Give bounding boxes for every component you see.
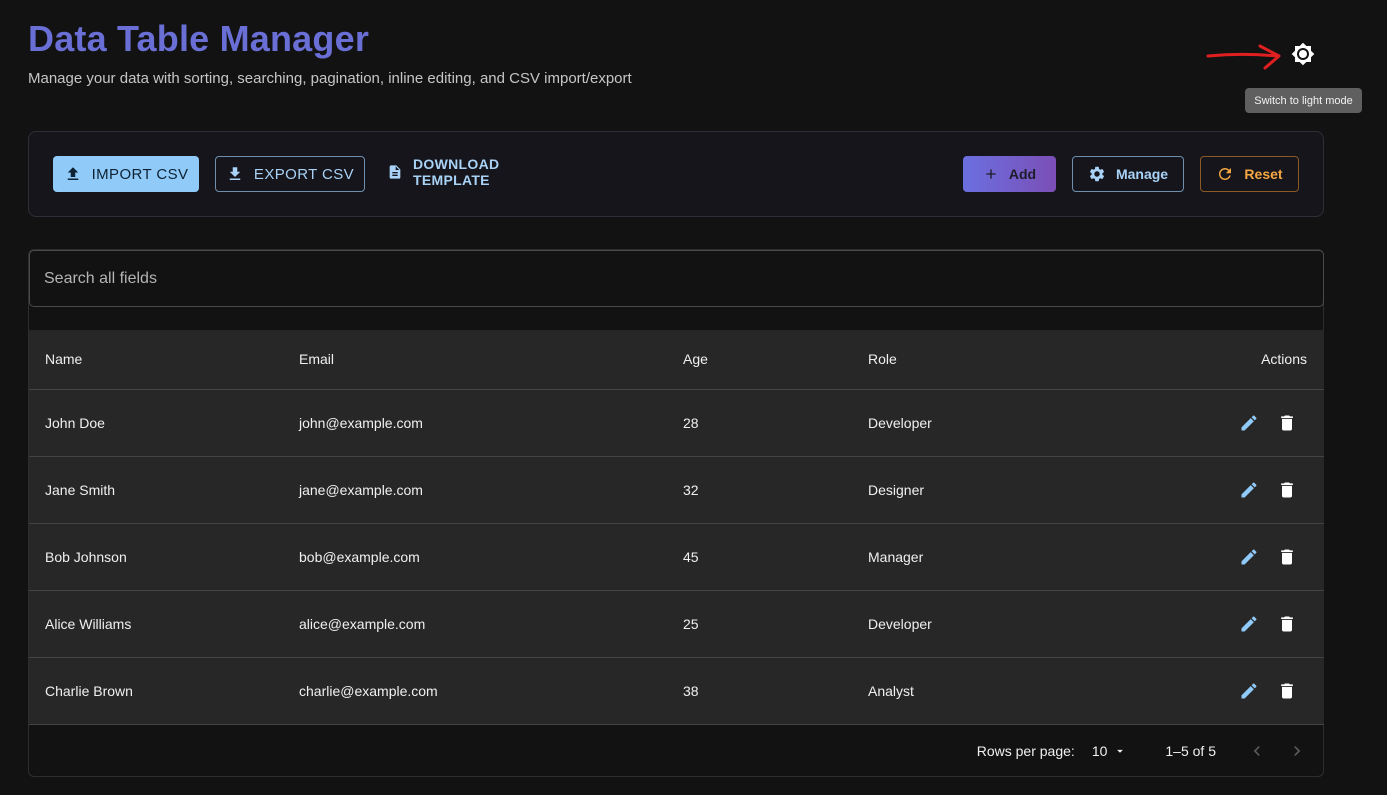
cell-role[interactable]: Manager (868, 523, 1168, 591)
table-row: Bob Johnson bob@example.com 45 Manager (29, 523, 1324, 591)
export-csv-button[interactable]: EXPORT CSV (215, 156, 365, 192)
trash-icon (1281, 482, 1293, 497)
reset-button[interactable]: Reset (1200, 156, 1299, 192)
table-row: Jane Smith jane@example.com 32 Designer (29, 456, 1324, 524)
cell-email[interactable]: alice@example.com (299, 590, 683, 658)
pagination-range: 1–5 of 5 (1165, 742, 1216, 759)
cell-name[interactable]: Jane Smith (29, 456, 299, 524)
column-header-age[interactable]: Age (683, 330, 868, 390)
column-header-name[interactable]: Name (29, 330, 299, 390)
cell-role[interactable]: Designer (868, 456, 1168, 524)
rows-per-page-label: Rows per page: (976, 742, 1075, 759)
cell-age[interactable]: 45 (683, 523, 868, 591)
chevron-left-icon (1253, 745, 1260, 756)
cell-name[interactable]: Bob Johnson (29, 523, 299, 591)
refresh-icon (1219, 168, 1232, 180)
data-table: Name Email Age Role Actions John Doe john… (29, 330, 1324, 725)
edit-button[interactable] (1234, 542, 1264, 572)
delete-button[interactable] (1272, 609, 1302, 639)
cell-age[interactable]: 28 (683, 389, 868, 457)
sun-icon (1291, 42, 1315, 66)
pagination-bar: Rows per page: 10 1–5 of 5 (29, 724, 1324, 777)
add-label: Add (1008, 166, 1037, 182)
page-subtitle: Manage your data with sorting, searching… (28, 70, 632, 87)
pencil-icon (1241, 414, 1257, 430)
cell-email[interactable]: jane@example.com (299, 456, 683, 524)
edit-button[interactable] (1234, 676, 1264, 706)
delete-button[interactable] (1272, 408, 1302, 438)
manage-button[interactable]: Manage (1072, 156, 1184, 192)
cell-actions (1168, 523, 1324, 591)
trash-icon (1281, 683, 1293, 698)
export-csv-label: EXPORT CSV (253, 165, 355, 183)
pencil-icon (1241, 481, 1257, 497)
edit-button[interactable] (1234, 408, 1264, 438)
edit-button[interactable] (1234, 475, 1264, 505)
cell-name[interactable]: Charlie Brown (29, 657, 299, 725)
column-header-email[interactable]: Email (299, 330, 683, 390)
delete-button[interactable] (1272, 542, 1302, 572)
cell-role[interactable]: Analyst (868, 657, 1168, 725)
trash-icon (1281, 415, 1293, 430)
dropdown-arrow-icon (1117, 749, 1124, 753)
import-csv-label: IMPORT CSV (91, 165, 189, 183)
download-icon (229, 167, 241, 180)
table-row: John Doe john@example.com 28 Developer (29, 389, 1324, 457)
table-row: Charlie Brown charlie@example.com 38 Analys… (29, 657, 1324, 725)
search-field[interactable] (29, 250, 1324, 307)
cell-name[interactable]: Alice Williams (29, 590, 299, 658)
edit-button[interactable] (1234, 609, 1264, 639)
cell-age[interactable]: 25 (683, 590, 868, 658)
gear-icon (1089, 166, 1104, 182)
download-template-button[interactable]: DOWNLOAD TEMPLATE (379, 154, 569, 190)
table-row: Alice Williams alice@example.com 25 Develop… (29, 590, 1324, 658)
add-button[interactable]: Add (963, 156, 1056, 192)
table-header-row: Name Email Age Role Actions (29, 330, 1324, 390)
page-title: Data Table Manager (28, 18, 370, 59)
upload-icon (67, 167, 78, 180)
pencil-icon (1241, 682, 1257, 698)
cell-email[interactable]: bob@example.com (299, 523, 683, 591)
reset-label: Reset (1244, 166, 1283, 182)
cell-role[interactable]: Developer (868, 590, 1168, 658)
next-page-button[interactable] (1284, 738, 1310, 764)
search-input[interactable] (30, 251, 1323, 306)
column-header-actions: Actions (1168, 330, 1324, 390)
rows-per-page-value: 10 (1091, 742, 1108, 759)
chevron-right-icon (1294, 745, 1301, 756)
toolbar: IMPORT CSV EXPORT CSV DOWNLOAD TEMPLATE … (28, 131, 1324, 217)
theme-tooltip: Switch to light mode (1245, 88, 1362, 113)
file-icon (389, 165, 401, 179)
cell-actions (1168, 456, 1324, 524)
cell-actions (1168, 389, 1324, 457)
import-csv-button[interactable]: IMPORT CSV (53, 156, 199, 192)
pager-controls (1244, 738, 1310, 764)
trash-icon (1281, 549, 1293, 564)
cell-actions (1168, 590, 1324, 658)
theme-toggle-button[interactable] (1288, 39, 1318, 69)
pencil-icon (1241, 548, 1257, 564)
rows-per-page-select[interactable]: 10 (1092, 743, 1128, 759)
download-template-label: DOWNLOAD TEMPLATE (413, 156, 500, 188)
cell-actions (1168, 657, 1324, 725)
cell-age[interactable]: 38 (683, 657, 868, 725)
plus-icon (986, 169, 996, 179)
pencil-icon (1241, 615, 1257, 631)
cell-age[interactable]: 32 (683, 456, 868, 524)
manage-label: Manage (1115, 166, 1169, 182)
column-header-role[interactable]: Role (868, 330, 1168, 390)
trash-icon (1281, 616, 1293, 631)
red-arrow-annotation (1206, 44, 1281, 70)
cell-email[interactable]: charlie@example.com (299, 657, 683, 725)
previous-page-button[interactable] (1244, 738, 1270, 764)
cell-email[interactable]: john@example.com (299, 389, 683, 457)
delete-button[interactable] (1272, 676, 1302, 706)
cell-name[interactable]: John Doe (29, 389, 299, 457)
table-card: Name Email Age Role Actions John Doejohn… (28, 249, 1324, 777)
delete-button[interactable] (1272, 475, 1302, 505)
cell-role[interactable]: Developer (868, 389, 1168, 457)
